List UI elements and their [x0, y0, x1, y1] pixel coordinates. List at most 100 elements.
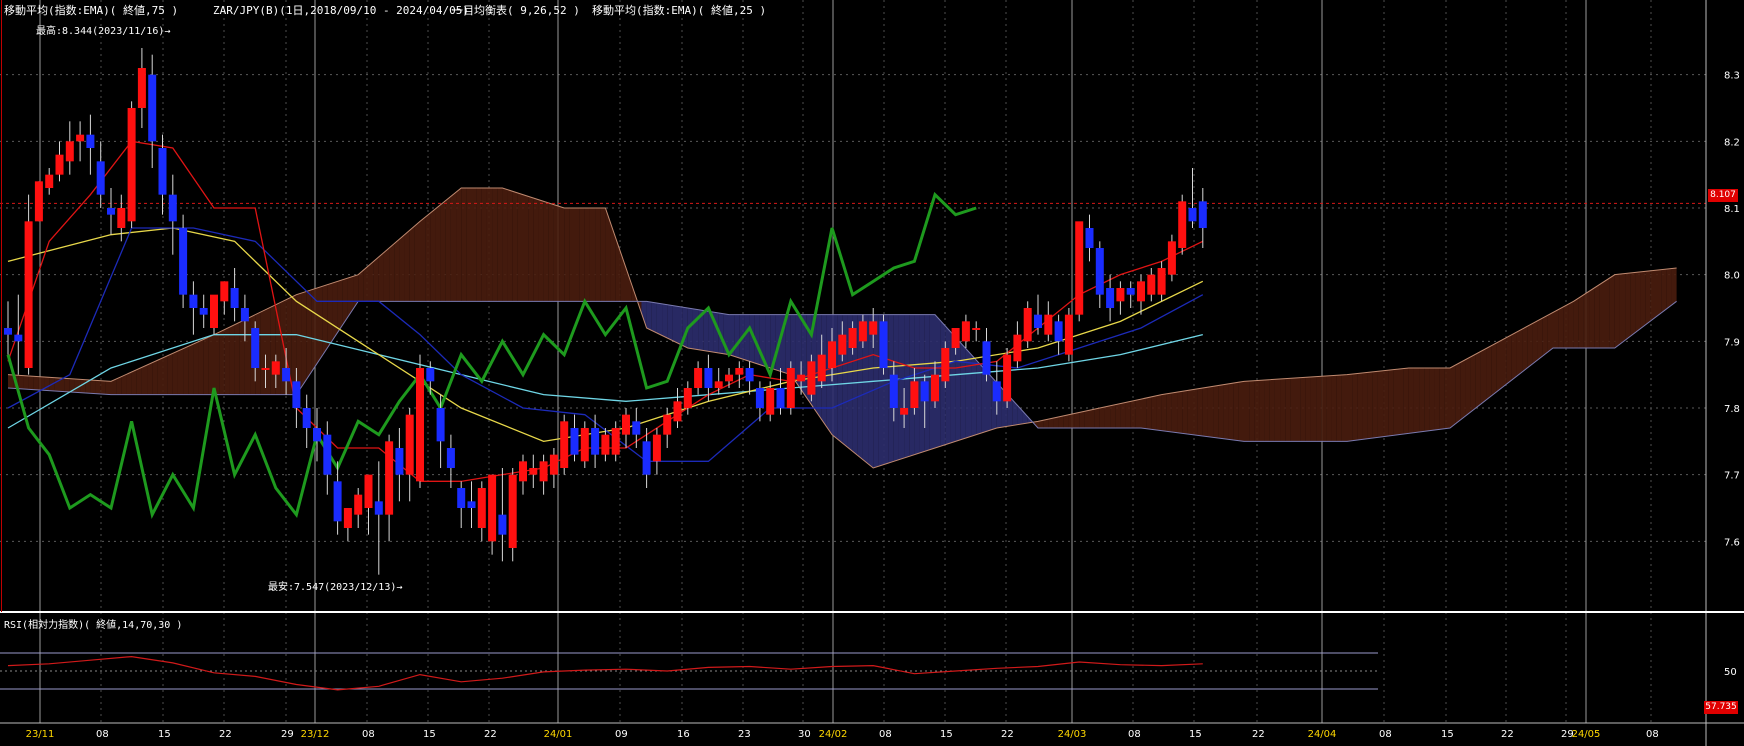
candle-body [1023, 308, 1032, 342]
kumo-segment [414, 221, 420, 302]
candle-body [446, 448, 455, 468]
candle-body [735, 368, 744, 375]
candle-body [354, 494, 363, 515]
kumo-segment [466, 188, 472, 302]
kumo-segment [116, 376, 122, 395]
kumo-segment [193, 341, 199, 395]
kumo-segment [224, 327, 230, 395]
candle-body [292, 381, 301, 408]
kumo-segment [1213, 385, 1219, 438]
kumo-segment [471, 188, 477, 302]
kumo-segment [90, 380, 96, 394]
kumo-segment [64, 378, 70, 392]
candle-body [416, 368, 424, 482]
candle-body [251, 328, 260, 368]
candle-body [920, 381, 929, 402]
candle-body [34, 181, 43, 222]
candle-body [817, 354, 826, 382]
kumo-segment [1305, 377, 1311, 442]
kumo-segment [1470, 354, 1476, 412]
candle-body [385, 441, 394, 515]
kumo-segment [1568, 301, 1574, 348]
kumo-segment [394, 239, 400, 302]
kumo-segment [1063, 414, 1069, 428]
kumo-segment [1352, 373, 1358, 441]
candle-body [601, 434, 610, 455]
kumo-segment [481, 188, 487, 302]
kumo-segment [1563, 304, 1569, 348]
kumo-segment [507, 189, 513, 302]
kumo-segment [1372, 371, 1378, 438]
candle-body [972, 328, 981, 330]
kumo-segment [1244, 381, 1250, 442]
kumo-segment [1099, 406, 1105, 428]
kumo-segment [198, 339, 204, 395]
kumo-segment [1558, 306, 1564, 348]
kumo-segment [147, 362, 153, 395]
kumo-segment [239, 319, 245, 395]
candle-body [632, 421, 641, 435]
candle-body [436, 408, 445, 442]
kumo-segment [1182, 390, 1188, 434]
candle-body [343, 508, 352, 528]
kumo-segment [1434, 368, 1440, 430]
kumo-segment [1341, 374, 1347, 442]
kumo-segment [1604, 278, 1610, 348]
kumo-segment [559, 206, 565, 302]
kumo-segment [898, 314, 905, 460]
candle-body [1198, 201, 1207, 228]
kumo-segment [1300, 377, 1306, 442]
price-tick-label: 8.1 [1724, 204, 1740, 215]
kumo-segment [409, 225, 415, 302]
candle-body [704, 368, 713, 388]
candle-body [477, 488, 486, 528]
kumo-segment [358, 270, 364, 302]
kumo-segment [584, 208, 590, 302]
candle-body [725, 374, 733, 382]
candle-body [652, 434, 661, 462]
candle-body [560, 421, 569, 468]
kumo-segment [95, 380, 101, 394]
kumo-segment [141, 365, 148, 395]
kumo-segment [1573, 298, 1579, 348]
kumo-segment [512, 191, 518, 302]
candle-body [745, 368, 754, 382]
kumo-segment [1084, 410, 1090, 428]
kumo-segment [265, 307, 271, 395]
candle-body [889, 374, 898, 408]
candle-body [1044, 314, 1053, 335]
kumo-segment [1177, 391, 1183, 434]
kumo-segment [23, 375, 29, 390]
ema25-legend: 移動平均(指数:EMA)( 終値,25 ) [592, 4, 767, 17]
candle-body [848, 328, 857, 348]
kumo-segment [1403, 368, 1409, 434]
date-tick-label: 23/12 [301, 729, 330, 740]
date-tick-label: 24/04 [1308, 729, 1337, 740]
kumo-segment [1207, 386, 1214, 438]
kumo-segment [435, 204, 441, 302]
candle-body [230, 288, 239, 308]
kumo-segment [1130, 400, 1136, 428]
candle-body [776, 388, 785, 408]
kumo-segment [1120, 402, 1126, 428]
candle-body [271, 361, 280, 375]
kumo-segment [1259, 380, 1265, 442]
kumo-segment [28, 376, 34, 390]
candle-body [313, 428, 321, 442]
kumo-segment [162, 355, 168, 395]
candle-body [591, 428, 600, 455]
kumo-segment [1614, 274, 1620, 348]
kumo-segment [1156, 394, 1162, 431]
candle-body [797, 374, 806, 382]
kumo-segment [502, 188, 508, 302]
candle-body [189, 294, 198, 308]
kumo-segment [904, 314, 910, 458]
kumo-segment [100, 380, 106, 395]
candle-body [1157, 268, 1166, 295]
kumo-segment [167, 353, 173, 395]
kumo-segment [971, 354, 977, 437]
kumo-segment [18, 375, 24, 389]
kumo-segment [1589, 288, 1595, 348]
candle-body [240, 308, 249, 322]
candle-body [611, 428, 620, 455]
